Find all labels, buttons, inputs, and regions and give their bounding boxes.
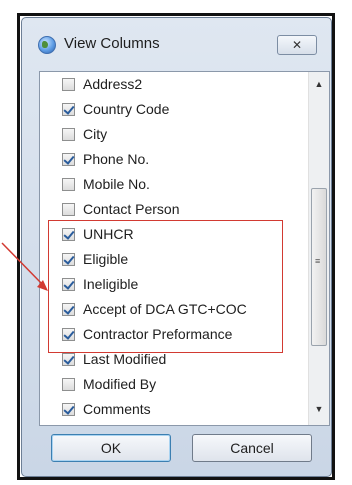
column-label: Phone No. [83,151,150,167]
column-checkbox[interactable] [62,353,75,366]
column-label: City [83,126,108,142]
column-item[interactable]: Modified By [40,373,296,398]
vertical-scrollbar[interactable]: ▲ ≡ ▼ [308,72,329,425]
column-item[interactable]: Country Code [40,98,296,123]
column-item[interactable]: UNHCR [40,223,296,248]
thumb-grip-icon: ≡ [315,256,321,266]
column-checkbox[interactable] [62,228,75,241]
column-label: Contractor Preformance [83,326,233,342]
column-checkbox[interactable] [62,278,75,291]
column-checkbox[interactable] [62,303,75,316]
column-checkbox[interactable] [62,153,75,166]
column-label: Address2 [83,76,143,92]
column-item[interactable]: Mobile No. [40,173,296,198]
column-item[interactable]: Phone No. [40,148,296,173]
column-item[interactable]: Eligible [40,248,296,273]
dialog-title: View Columns [64,35,160,52]
column-label: Accept of DCA GTC+COC [83,301,247,317]
column-label: UNHCR [83,226,134,242]
column-label: Ineligible [83,276,139,292]
column-item[interactable]: Contact Person [40,198,296,223]
columns-list[interactable]: Address2 Country Code City Phone No. Mobile … [39,71,330,426]
cancel-button[interactable]: Cancel [192,434,312,462]
column-item[interactable]: Accept of DCA GTC+COC [40,298,296,323]
scroll-thumb[interactable]: ≡ [311,188,327,346]
ok-button[interactable]: OK [51,434,171,462]
column-item[interactable]: Ineligible [40,273,296,298]
column-label: Mobile No. [83,176,150,192]
close-button[interactable]: ✕ [277,35,317,55]
column-checkbox[interactable] [62,378,75,391]
column-checkbox[interactable] [62,328,75,341]
scroll-up-arrow[interactable]: ▲ [309,74,329,94]
column-label: Comments [83,401,151,417]
column-checkbox[interactable] [62,103,75,116]
column-item[interactable]: Contractor Preformance [40,323,296,348]
column-label: Last Modified [83,351,167,367]
column-label: Country Code [83,101,170,117]
column-label: Modified By [83,376,157,392]
column-checkbox[interactable] [62,253,75,266]
column-checkbox[interactable] [62,128,75,141]
column-label: Eligible [83,251,129,267]
column-label: Contact Person [83,201,180,217]
column-checkbox[interactable] [62,78,75,91]
column-checkbox[interactable] [62,203,75,216]
column-item[interactable]: City [40,123,296,148]
column-checkbox[interactable] [62,403,75,416]
column-item[interactable]: Address2 [40,73,296,98]
column-checkbox[interactable] [62,178,75,191]
column-item[interactable]: Comments [40,398,296,423]
globe-icon [38,36,56,54]
title-bar: View Columns ✕ [22,18,331,70]
scroll-down-arrow[interactable]: ▼ [309,399,329,419]
column-item[interactable]: Last Modified [40,348,296,373]
